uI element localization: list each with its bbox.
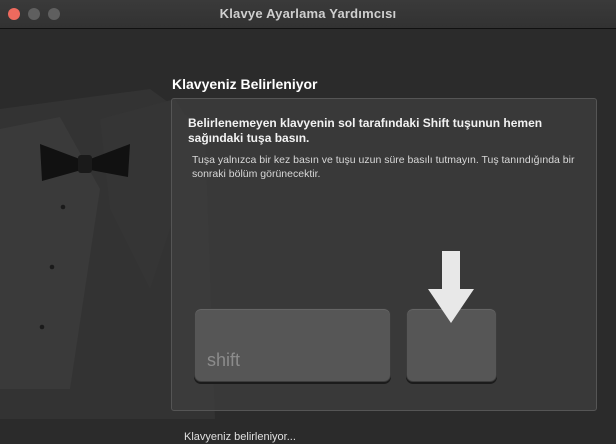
shift-key-label: shift <box>207 350 241 370</box>
down-arrow-icon <box>428 251 474 323</box>
instruction-panel: Belirlenemeyen klavyenin sol tarafındaki… <box>171 98 597 411</box>
assistant-window: Klavye Ayarlama Yardımcısı Klavyeniz Bel… <box>0 0 616 444</box>
window-title: Klavye Ayarlama Yardımcısı <box>219 6 397 21</box>
section-heading: Klavyeniz Belirleniyor <box>172 76 318 92</box>
shift-key: shift <box>194 308 391 382</box>
status-text: Klavyeniz belirleniyor... <box>184 431 296 443</box>
instruction-text: Tuşa yalnızca bir kez basın ve tuşu uzun… <box>192 154 575 180</box>
title-bar: Klavye Ayarlama Yardımcısı <box>0 0 616 29</box>
window-content: Klavyeniz Belirleniyor Belirlenemeyen kl… <box>0 29 616 444</box>
instruction-bold-text: Belirlenemeyen klavyenin sol tarafındaki… <box>188 116 543 145</box>
